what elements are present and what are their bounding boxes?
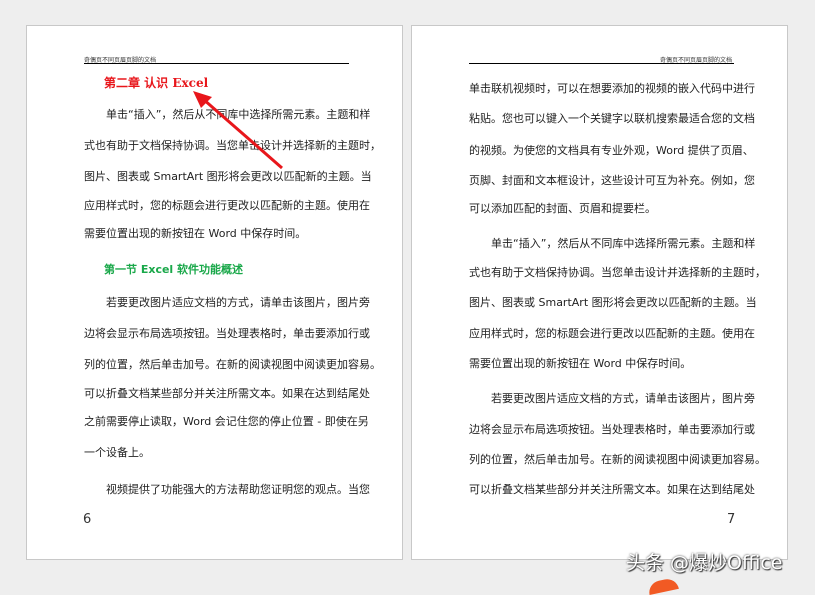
- text-line[interactable]: 单击“插入”，然后从不同库中选择所需元素。主题和样: [106, 108, 351, 122]
- header-rule: [84, 63, 349, 64]
- text-line[interactable]: 应用样式时，您的标题会进行更改以匹配新的主题。使用在: [84, 199, 351, 213]
- text-line[interactable]: 一个设备上。: [84, 446, 351, 460]
- page-number: 6: [83, 512, 91, 527]
- text-line[interactable]: 可以添加匹配的封面、页眉和提要栏。: [469, 202, 736, 216]
- page-6: 奇偶页不同页眉页脚的文档 第二章 认识 Excel 第一节 Excel 软件功能…: [26, 25, 403, 560]
- text-line[interactable]: 边将会显示布局选项按钮。当处理表格时，单击要添加行或: [469, 423, 736, 437]
- page-number: 7: [727, 512, 735, 527]
- section-title[interactable]: 第一节 Excel 软件功能概述: [104, 263, 243, 277]
- text-line[interactable]: 粘贴。您也可以键入一个关键字以联机搜索最适合您的文档: [469, 112, 736, 126]
- text-line[interactable]: 列的位置，然后单击加号。在新的阅读视图中阅读更加容易。: [84, 358, 351, 372]
- text-line[interactable]: 可以折叠文档某些部分并关注所需文本。如果在达到结尾处: [469, 483, 736, 497]
- text-line[interactable]: 视频提供了功能强大的方法帮助您证明您的观点。当您: [106, 483, 351, 497]
- text-line[interactable]: 图片、图表或 SmartArt 图形将会更改以匹配新的主题。当: [469, 296, 736, 310]
- text-line[interactable]: 需要位置出现的新按钮在 Word 中保存时间。: [84, 227, 351, 241]
- text-line[interactable]: 式也有助于文档保持协调。当您单击设计并选择新的主题时，: [84, 139, 351, 153]
- header-rule: [469, 63, 734, 64]
- text-line[interactable]: 图片、图表或 SmartArt 图形将会更改以匹配新的主题。当: [84, 170, 351, 184]
- chapter-title[interactable]: 第二章 认识 Excel: [104, 76, 208, 90]
- text-line[interactable]: 单击联机视频时，可以在想要添加的视频的嵌入代码中进行: [469, 82, 736, 96]
- page-7: 奇偶页不同页眉页脚的文档 7 单击联机视频时，可以在想要添加的视频的嵌入代码中进…: [411, 25, 788, 560]
- text-line[interactable]: 若要更改图片适应文档的方式，请单击该图片，图片旁: [491, 392, 736, 406]
- text-line[interactable]: 可以折叠文档某些部分并关注所需文本。如果在达到结尾处: [84, 387, 351, 401]
- text-line[interactable]: 需要位置出现的新按钮在 Word 中保存时间。: [469, 357, 736, 371]
- text-line[interactable]: 的视频。为使您的文档具有专业外观，Word 提供了页眉、: [469, 144, 736, 158]
- text-line[interactable]: 若要更改图片适应文档的方式，请单击该图片，图片旁: [106, 296, 351, 310]
- watermark: 头条 @爆炒Office: [626, 548, 783, 575]
- text-line[interactable]: 应用样式时，您的标题会进行更改以匹配新的主题。使用在: [469, 327, 736, 341]
- logo-swoosh: [647, 577, 679, 595]
- text-line[interactable]: 式也有助于文档保持协调。当您单击设计并选择新的主题时，: [469, 266, 736, 280]
- text-line[interactable]: 单击“插入”，然后从不同库中选择所需元素。主题和样: [491, 237, 736, 251]
- text-line[interactable]: 之前需要停止读取，Word 会记住您的停止位置 - 即使在另: [84, 415, 351, 429]
- text-line[interactable]: 列的位置，然后单击加号。在新的阅读视图中阅读更加容易。: [469, 453, 736, 467]
- text-line[interactable]: 页脚、封面和文本框设计，这些设计可互为补充。例如，您: [469, 174, 736, 188]
- text-line[interactable]: 边将会显示布局选项按钮。当处理表格时，单击要添加行或: [84, 327, 351, 341]
